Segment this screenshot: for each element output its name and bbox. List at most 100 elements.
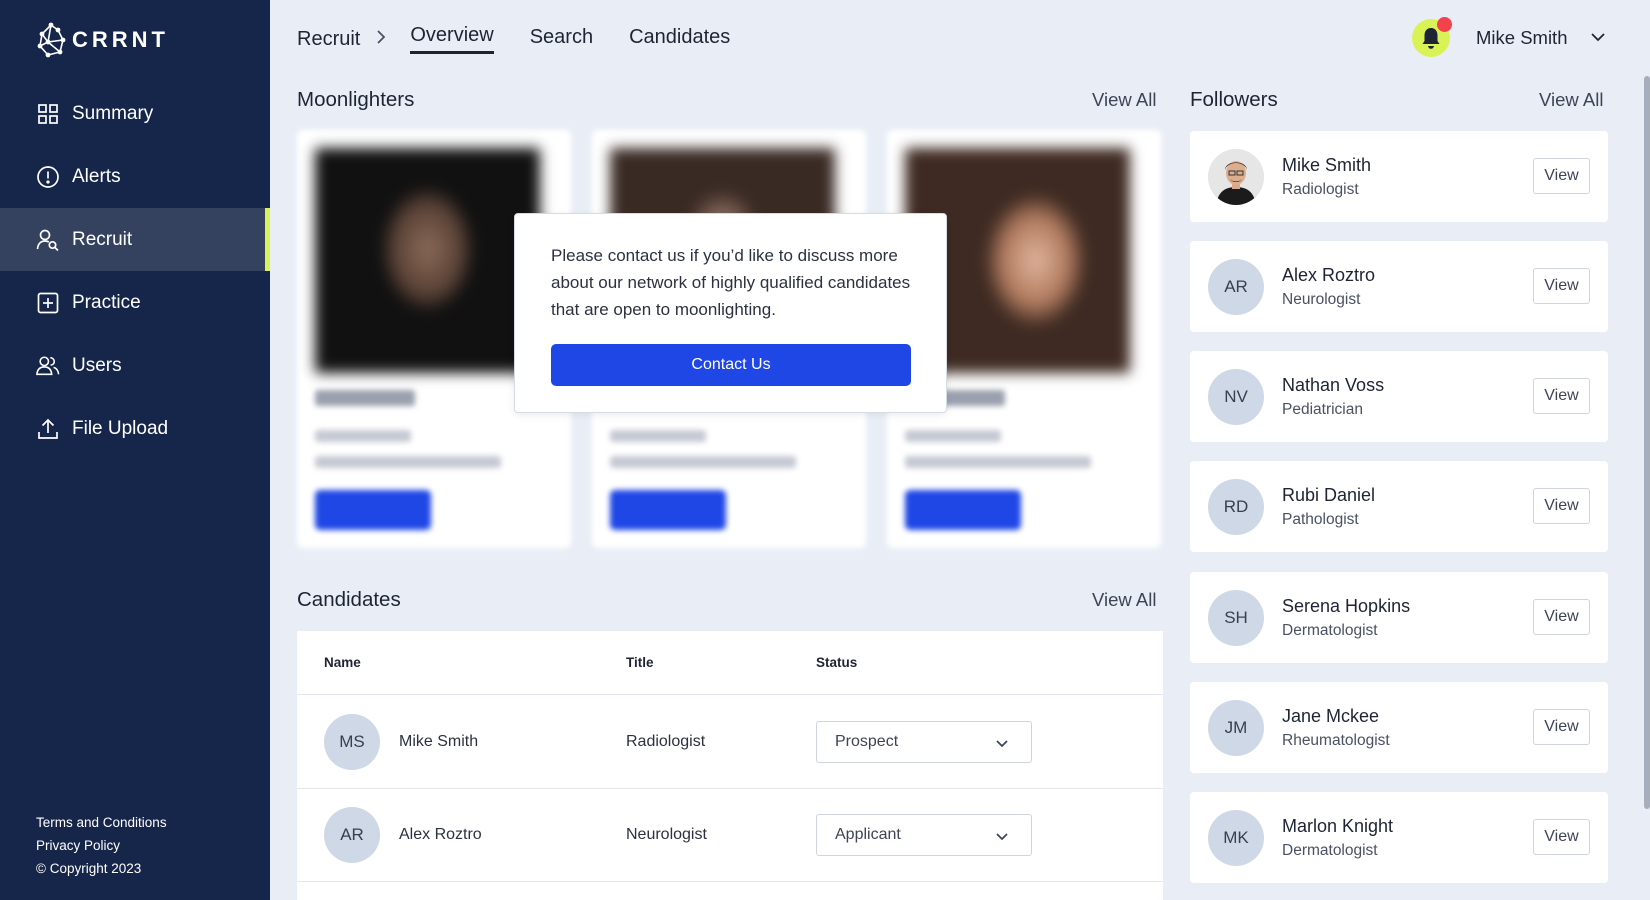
followers-view-all-link[interactable]: View All [1539,89,1603,111]
follower-card: AR Alex Roztro Neurologist View [1190,241,1608,332]
follower-card: JM Jane Mckee Rheumatologist View [1190,682,1608,773]
sidebar-item-label: Summary [72,102,154,124]
follower-card: NV Nathan Voss Pediatrician View [1190,351,1608,442]
avatar: NV [1208,369,1264,425]
avatar: RD [1208,479,1264,535]
follower-title: Dermatologist [1282,842,1378,859]
copyright-text: © Copyright 2023 [36,861,142,876]
status-select[interactable]: Prospect [816,721,1032,763]
moonlighters-title: Moonlighters [297,88,415,111]
notification-dot [1437,17,1452,32]
avatar: MS [324,714,380,770]
follower-title: Rheumatologist [1282,732,1390,749]
candidates-view-all-link[interactable]: View All [1092,589,1156,611]
table-header: Name Title Status [297,631,1163,695]
view-button[interactable]: View [1533,488,1590,524]
candidate-name: Mike Smith [399,733,479,750]
follower-name: Marlon Knight [1282,816,1394,836]
avatar: AR [324,807,380,863]
candidate-title: Radiologist [626,733,706,750]
table-row[interactable]: MS Mike Smith Radiologist Prospect [297,696,1163,789]
avatar: SH [1208,590,1264,646]
candidates-table: Name Title Status MS Mike Smith Radiolog… [297,631,1163,900]
follower-title: Neurologist [1282,291,1361,308]
sidebar-item-label: Alerts [72,165,121,187]
page-scrollbar[interactable] [1644,76,1650,809]
moonlighters-view-all-link[interactable]: View All [1092,89,1156,111]
follower-name: Mike Smith [1282,155,1372,175]
view-button[interactable]: View [1533,268,1590,304]
follower-name: Alex Roztro [1282,265,1376,285]
sidebar-item-label: Users [72,354,122,376]
column-header-name[interactable]: Name [324,655,361,670]
follower-card: RD Rubi Daniel Pathologist View [1190,461,1608,552]
chevron-down-icon[interactable] [1590,29,1606,47]
column-header-status[interactable]: Status [816,655,857,670]
chevron-down-icon [995,828,1009,846]
tab-search[interactable]: Search [530,26,593,53]
alert-circle-icon [36,165,60,189]
follower-title: Pathologist [1282,511,1359,528]
sidebar-item-label: File Upload [72,417,169,439]
tab-overview[interactable]: Overview [410,24,494,54]
avatar-photo [1208,149,1264,205]
tab-candidates[interactable]: Candidates [629,26,730,53]
avatar: AR [1208,259,1264,315]
terms-link[interactable]: Terms and Conditions [36,811,167,834]
table-row[interactable]: AR Alex Roztro Neurologist Applicant [297,789,1163,882]
follower-card: SH Serena Hopkins Dermatologist View [1190,572,1608,663]
status-select[interactable]: Applicant [816,814,1032,856]
contact-us-button[interactable]: Contact Us [551,344,911,386]
follower-card: MK Marlon Knight Dermatologist View [1190,792,1608,883]
contact-popup: Please contact us if you’d like to discu… [514,213,947,413]
grid-icon [36,102,60,126]
user-name[interactable]: Mike Smith [1476,27,1568,49]
follower-name: Nathan Voss [1282,375,1385,395]
sidebar-footer: Terms and Conditions Privacy Policy © Co… [36,811,167,880]
logo[interactable]: CRRNT [36,22,169,58]
breadcrumb-root[interactable]: Recruit [297,28,360,51]
follower-name: Rubi Daniel [1282,485,1376,505]
follower-title: Dermatologist [1282,622,1378,639]
sidebar-item-practice[interactable]: Practice [0,271,270,334]
user-menu[interactable]: Mike Smith [1412,17,1606,58]
view-button[interactable]: View [1533,819,1590,855]
view-button[interactable]: View [1533,599,1590,635]
chevron-right-icon [376,29,386,50]
popup-message: Please contact us if you’d like to discu… [551,246,911,319]
chevron-down-icon [995,735,1009,753]
sidebar: CRRNT Summary Alerts Recruit Practice Us… [0,0,270,900]
candidates-title: Candidates [297,588,401,611]
sidebar-nav: Summary Alerts Recruit Practice Users Fi… [0,82,270,460]
follower-card: Mike Smith Radiologist View [1190,131,1608,222]
follower-title: Pediatrician [1282,401,1363,418]
sidebar-item-users[interactable]: Users [0,334,270,397]
candidate-photo [315,148,540,373]
logo-text: CRRNT [72,27,169,52]
status-value: Prospect [835,733,899,750]
status-value: Applicant [835,826,901,843]
avatar: MK [1208,810,1264,866]
sidebar-item-recruit[interactable]: Recruit [0,208,270,271]
follower-name: Jane Mckee [1282,706,1380,726]
column-header-title[interactable]: Title [626,655,654,670]
candidate-name: Alex Roztro [399,826,482,843]
sidebar-item-file-upload[interactable]: File Upload [0,397,270,460]
view-button[interactable]: View [1533,158,1590,194]
view-button[interactable]: View [1533,709,1590,745]
upload-icon [36,417,60,441]
avatar: JM [1208,700,1264,756]
logo-icon [37,22,66,58]
sidebar-item-label: Practice [72,291,141,313]
followers-title: Followers [1190,88,1278,111]
user-search-icon [36,228,60,252]
sidebar-item-summary[interactable]: Summary [0,82,270,145]
candidate-title: Neurologist [626,826,707,843]
notifications-button[interactable] [1412,17,1452,57]
privacy-link[interactable]: Privacy Policy [36,834,167,857]
follower-name: Serena Hopkins [1282,596,1411,616]
follower-title: Radiologist [1282,181,1359,198]
sidebar-item-alerts[interactable]: Alerts [0,145,270,208]
users-icon [36,354,60,378]
view-button[interactable]: View [1533,378,1590,414]
